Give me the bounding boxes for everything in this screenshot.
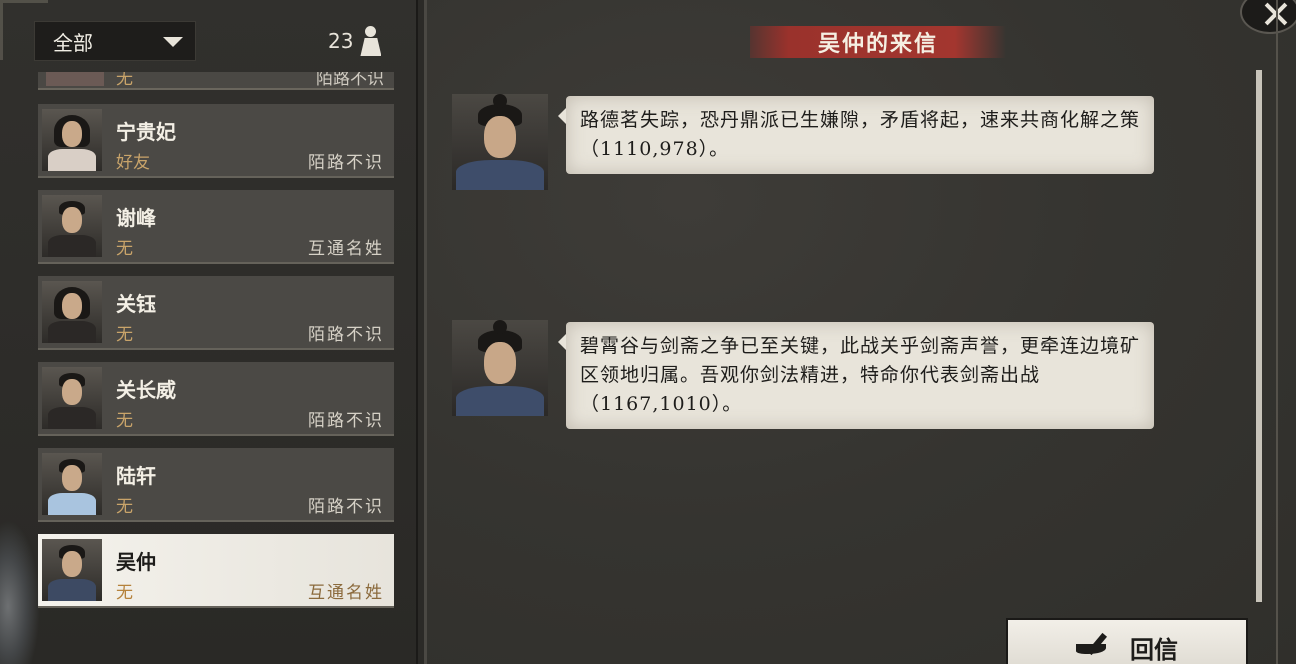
contact-item-guan-yu[interactable]: 关钰 无 陌路不识 [38,276,394,350]
contact-status: 陌路不识 [316,72,384,89]
contact-count: 23 [328,26,382,56]
contact-status: 陌路不识 [308,325,384,345]
contact-relation: 无 [116,72,133,89]
message-text: 路德茗失踪，恐丹鼎派已生嫌隙，矛盾将起，速来共商化解之策（1110,978）。 [580,109,1141,160]
contact-relation: 无 [116,325,133,345]
contact-item-ning-guifei[interactable]: 宁贵妃 好友 陌路不识 [38,104,394,178]
scrollbar-thumb[interactable] [1256,70,1262,602]
contact-item-partial[interactable]: 无 陌路不识 [38,72,394,90]
avatar [42,539,102,601]
count-text: 23 [328,29,354,53]
letter-title: 吴仲的来信 [817,31,938,57]
contact-relation: 好友 [116,153,150,173]
contact-name: 宁贵妃 [116,120,176,144]
ink-decoration [0,520,40,664]
avatar [42,195,102,257]
message-text: 碧霄谷与剑斋之争已至关键，此战关乎剑斋声誉，更牵连边境矿区领地归属。吾观你剑法精… [580,335,1141,415]
message-bubble: 碧霄谷与剑斋之争已至关键，此战关乎剑斋声誉，更牵连边境矿区领地归属。吾观你剑法精… [558,322,1154,429]
avatar [42,367,102,429]
contact-relation: 无 [116,239,133,259]
contact-name: 谢峰 [116,206,156,230]
contact-relation: 无 [116,497,133,517]
contact-name: 关长威 [116,378,176,402]
brush-icon [1076,630,1116,660]
contact-name: 陆轩 [116,464,156,488]
avatar [42,453,102,515]
contact-relation: 无 [116,583,133,603]
person-icon [359,26,382,56]
contact-item-wu-zhong[interactable]: 吴仲 无 互通名姓 [38,534,394,608]
contact-name: 吴仲 [116,550,156,574]
contact-item-guan-changwei[interactable]: 关长威 无 陌路不识 [38,362,394,436]
contact-status: 陌路不识 [308,411,384,431]
avatar [42,281,102,343]
filter-label: 全部 [53,30,93,55]
contact-name: 关钰 [116,292,156,316]
reply-label: 回信 [1130,635,1178,664]
chevron-down-icon [163,37,183,47]
letter-title-banner: 吴仲的来信 [750,26,1006,58]
contact-status: 互通名姓 [308,239,384,259]
contact-status: 陌路不识 [308,497,384,517]
sender-avatar [452,320,548,416]
avatar [42,109,102,171]
contact-status: 互通名姓 [308,583,384,603]
avatar [46,72,104,86]
message-bubble: 路德茗失踪，恐丹鼎派已生嫌隙，矛盾将起，速来共商化解之策（1110,978）。 [558,96,1154,174]
contact-item-xie-feng[interactable]: 谢峰 无 互通名姓 [38,190,394,264]
contact-item-lu-xuan[interactable]: 陆轩 无 陌路不识 [38,448,394,522]
reply-button[interactable]: 回信 [1006,618,1248,664]
contact-relation: 无 [116,411,133,431]
frame-edge [1276,0,1278,664]
contact-status: 陌路不识 [308,153,384,173]
filter-dropdown[interactable]: 全部 [34,21,196,61]
sender-avatar [452,94,548,190]
